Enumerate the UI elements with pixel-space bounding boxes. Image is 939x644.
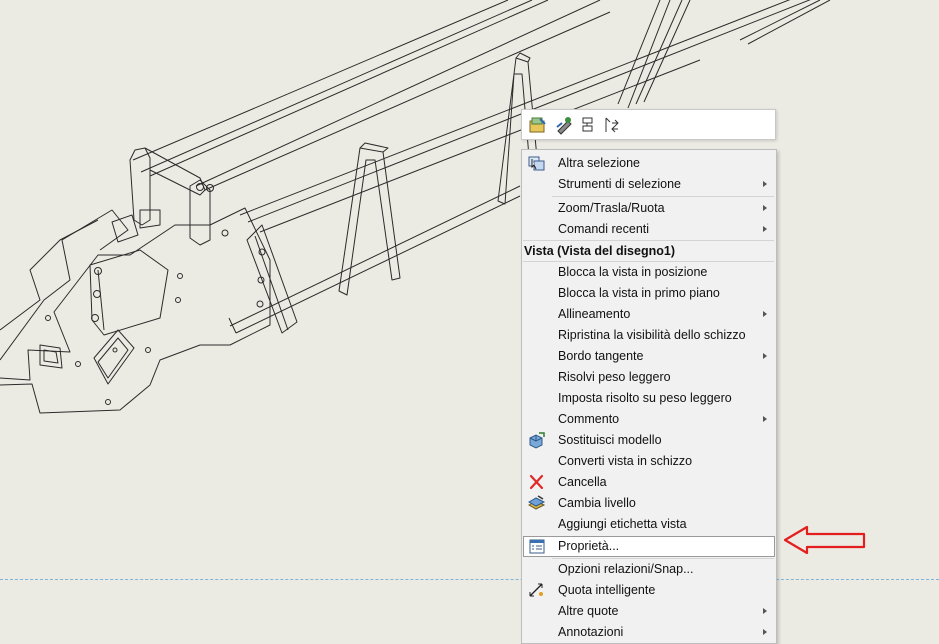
submenu-arrow-icon — [763, 629, 767, 635]
edit-sketch-icon — [556, 117, 572, 135]
menu-item-label: Opzioni relazioni/Snap... — [558, 562, 694, 576]
menu-item-label: Altra selezione — [558, 156, 640, 170]
open-drawing-icon — [529, 117, 546, 133]
menu-item-label: Strumenti di selezione — [558, 177, 681, 191]
menu-item-zoom-pan-rotate[interactable]: Zoom/Trasla/Ruota — [523, 198, 775, 219]
menu-item-label: Blocca la vista in primo piano — [558, 286, 720, 300]
menu-item-label: Converti vista in schizzo — [558, 454, 693, 468]
menu-item-relations-snap-options[interactable]: Opzioni relazioni/Snap... — [523, 559, 775, 580]
annotation-arrow-icon — [783, 525, 866, 555]
context-toolbar — [521, 109, 776, 140]
align-button[interactable] — [578, 115, 598, 135]
menu-item-set-resolved-to-lightweight[interactable]: Imposta risolto su peso leggero — [523, 388, 775, 409]
select-other-icon — [528, 156, 545, 171]
menu-item-change-layer[interactable]: Cambia livello — [523, 493, 775, 514]
menu-item-tangent-edge[interactable]: Bordo tangente — [523, 346, 775, 367]
submenu-arrow-icon — [763, 608, 767, 614]
menu-item-label: Aggiungi etichetta vista — [558, 517, 687, 531]
menu-item-recent-commands[interactable]: Comandi recenti — [523, 219, 775, 240]
submenu-arrow-icon — [763, 226, 767, 232]
submenu-arrow-icon — [763, 416, 767, 422]
menu-item-delete[interactable]: Cancella — [523, 472, 775, 493]
menu-item-label: Quota intelligente — [558, 583, 656, 597]
menu-item-label: Commento — [558, 412, 620, 426]
flip-button[interactable] — [602, 115, 622, 135]
menu-item-label: Imposta risolto su peso leggero — [558, 391, 732, 405]
menu-item-resolve-lightweight[interactable]: Risolvi peso leggero — [523, 367, 775, 388]
properties-icon — [529, 539, 545, 554]
flip-icon — [605, 117, 619, 133]
open-drawing-button[interactable] — [528, 115, 548, 135]
menu-section-header: Vista (Vista del disegno1) — [524, 244, 675, 258]
menu-item-label: Sostituisci modello — [558, 433, 662, 447]
lower-rail — [228, 185, 521, 334]
align-icon — [582, 117, 593, 132]
menu-item-replace-model[interactable]: Sostituisci modello — [523, 430, 775, 451]
menu-item-label: Ripristina la visibilità dello schizzo — [558, 328, 746, 342]
menu-item-label: Comandi recenti — [558, 222, 650, 236]
menu-item-select-other[interactable]: Altra selezione — [523, 153, 775, 174]
menu-item-lock-view-focus[interactable]: Blocca la vista in primo piano — [523, 283, 775, 304]
menu-item-label: Bordo tangente — [558, 349, 644, 363]
menu-item-properties[interactable]: Proprietà... — [523, 536, 775, 557]
context-menu: Altra selezione Strumenti di selezione Z… — [521, 149, 777, 644]
menu-item-label: Cancella — [558, 475, 607, 489]
change-layer-icon — [528, 495, 546, 510]
menu-item-label: Cambia livello — [558, 496, 636, 510]
menu-item-selection-tools[interactable]: Strumenti di selezione — [523, 174, 775, 195]
menu-item-label: Blocca la vista in posizione — [558, 265, 708, 279]
menu-item-comment[interactable]: Commento — [523, 409, 775, 430]
menu-item-label: Proprietà... — [558, 539, 620, 553]
menu-item-alignment[interactable]: Allineamento — [523, 304, 775, 325]
end-plate — [0, 207, 271, 414]
submenu-arrow-icon — [763, 353, 767, 359]
menu-item-label: Zoom/Trasla/Ruota — [558, 201, 665, 215]
menu-item-add-view-label[interactable]: Aggiungi etichetta vista — [523, 514, 775, 535]
menu-item-smart-dimension[interactable]: Quota intelligente — [523, 580, 775, 601]
edit-sketch-button[interactable] — [554, 115, 574, 135]
smart-dimension-icon — [529, 583, 543, 597]
menu-separator — [552, 196, 774, 197]
menu-item-label: Risolvi peso leggero — [558, 370, 671, 384]
replace-model-icon — [529, 432, 545, 449]
menu-item-lock-view-position[interactable]: Blocca la vista in posizione — [523, 262, 775, 283]
submenu-arrow-icon — [763, 181, 767, 187]
sketch-guide-line — [0, 579, 939, 580]
delete-icon — [529, 474, 544, 490]
side-bracket — [246, 224, 298, 334]
menu-item-label: Allineamento — [558, 307, 631, 321]
submenu-arrow-icon — [763, 205, 767, 211]
menu-item-convert-view-to-sketch[interactable]: Converti vista in schizzo — [523, 451, 775, 472]
menu-item-restore-sketch-visibility[interactable]: Ripristina la visibilità dello schizzo — [523, 325, 775, 346]
menu-item-label: Altre quote — [558, 604, 619, 618]
submenu-arrow-icon — [763, 311, 767, 317]
menu-item-more-dimensions[interactable]: Altre quote — [523, 601, 775, 622]
